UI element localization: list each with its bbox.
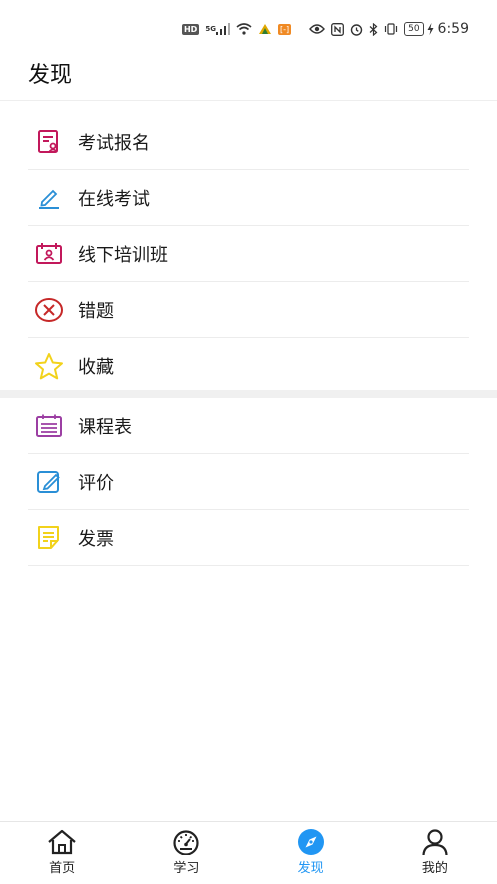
bluetooth-icon (369, 22, 378, 36)
charging-icon (427, 23, 434, 35)
exam-registration-icon (34, 127, 64, 157)
menu-item-label: 收藏 (78, 356, 114, 378)
menu-item-label: 错题 (78, 300, 114, 322)
star-icon (34, 351, 64, 381)
tab-label: 学习 (173, 861, 200, 876)
review-icon (34, 467, 64, 497)
vibrate-icon (384, 23, 398, 35)
tab-home[interactable]: 首页 (0, 822, 124, 884)
menu-section-bottom: 课程表 评价 发票 (0, 398, 497, 566)
invoice-icon (34, 523, 64, 553)
menu-section-top: 考试报名 在线考试 线下培训班 错题 收藏 (0, 114, 497, 393)
tab-discover[interactable]: 发现 (249, 822, 373, 884)
menu-item-offline-training[interactable]: 线下培训班 (28, 226, 469, 282)
wifi-icon (236, 23, 252, 35)
tab-label: 首页 (49, 861, 76, 876)
hd-indicator: HD (181, 23, 200, 35)
menu-item-label: 考试报名 (78, 132, 150, 154)
menu-item-favorites[interactable]: 收藏 (28, 338, 469, 393)
bottom-tab-bar: 首页 学习 发现 我的 (0, 821, 497, 884)
menu-item-invoice[interactable]: 发票 (28, 510, 469, 566)
menu-item-label: 课程表 (78, 416, 132, 438)
status-bar: HD 5G [-] 50 6:59 (0, 0, 497, 58)
compass-icon (296, 829, 326, 855)
menu-item-label: 评价 (78, 472, 114, 494)
tab-label: 发现 (297, 861, 324, 876)
user-icon (420, 829, 450, 856)
tab-label: 我的 (421, 861, 448, 876)
menu-item-exam-registration[interactable]: 考试报名 (28, 114, 469, 170)
schedule-icon (34, 411, 64, 441)
pen-icon (34, 183, 64, 213)
menu-item-schedule[interactable]: 课程表 (28, 398, 469, 454)
home-icon (47, 829, 77, 855)
section-divider (0, 390, 497, 398)
app-notification-icon (258, 23, 272, 35)
menu-item-label: 发票 (78, 528, 114, 550)
app-badge-icon: [-] (277, 23, 292, 35)
tab-study[interactable]: 学习 (124, 822, 248, 884)
menu-item-wrong-answers[interactable]: 错题 (28, 282, 469, 338)
signal-icon: 5G (205, 23, 230, 35)
menu-item-label: 线下培训班 (78, 244, 168, 266)
eye-icon (309, 23, 326, 35)
page-title: 发现 (28, 63, 73, 88)
nfc-icon (331, 22, 345, 36)
speedometer-icon (171, 829, 201, 855)
tab-mine[interactable]: 我的 (373, 822, 497, 884)
menu-item-online-exam[interactable]: 在线考试 (28, 170, 469, 226)
menu-item-label: 在线考试 (78, 188, 150, 210)
menu-item-review[interactable]: 评价 (28, 454, 469, 510)
wrong-answer-icon (34, 295, 64, 325)
battery-icon: 50 (404, 22, 424, 36)
status-time: 6:59 (437, 21, 469, 37)
alarm-icon (350, 23, 363, 36)
title-divider (0, 100, 497, 101)
training-class-icon (34, 239, 64, 269)
